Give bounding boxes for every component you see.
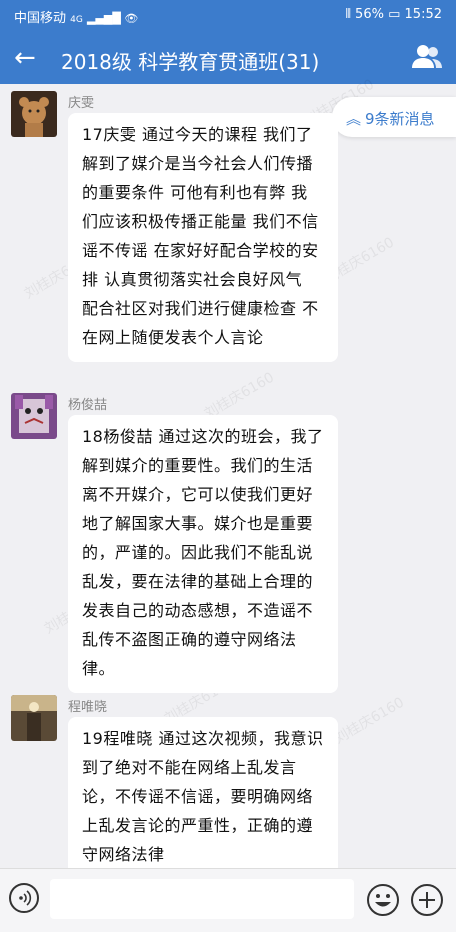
battery-icon: ▭	[388, 7, 401, 22]
smiley-icon[interactable]	[366, 883, 400, 917]
message-input[interactable]	[50, 879, 354, 919]
message-bubble[interactable]: 18杨俊喆 通过这次的班会，我了解到媒介的重要性。我们的生活离不开媒介，它可以使…	[68, 415, 338, 693]
status-bar: 中国移动 4G ▂▄▆█ 👁 ⫴ 56% ▭ 15:52	[0, 0, 456, 32]
chat-title: 2018级 科学教育贯通班(31)	[61, 50, 320, 74]
new-messages-pill[interactable]: ︽ 9条新消息	[332, 97, 456, 137]
watermark: 刘桂庆6160	[331, 694, 407, 748]
sender-name: 杨俊喆	[68, 398, 108, 413]
sender-name: 庆雯	[68, 96, 95, 111]
message-bubble[interactable]: 17庆雯 通过今天的课程 我们了解到了媒介是当今社会人们传播的重要条件 可他有利…	[68, 113, 338, 362]
avatar[interactable]	[11, 393, 57, 439]
avatar[interactable]	[11, 695, 57, 741]
sender-name: 程唯晓	[68, 700, 108, 715]
clock: 15:52	[404, 7, 442, 22]
group-icon[interactable]	[412, 44, 442, 70]
avatar[interactable]	[11, 91, 57, 137]
header: ← 2018级 科学教育贯通班(31)	[0, 32, 456, 84]
vibrate-icon: ⫴	[345, 7, 351, 22]
carrier-label: 中国移动	[14, 11, 67, 26]
message-bubble[interactable]: 19程唯晓 通过这次视频，我意识到了绝对不能在网络上乱发言论，不传谣不信谣，要明…	[68, 717, 338, 879]
double-chevron-up-icon: ︽	[346, 110, 362, 128]
new-messages-label: 9条新消息	[365, 110, 435, 128]
back-icon[interactable]: ←	[14, 43, 44, 73]
signal-icon: ▂▄▆█ 👁	[87, 12, 139, 25]
plus-icon[interactable]	[410, 883, 444, 917]
voice-icon[interactable]	[9, 883, 39, 913]
battery-percent: 56%	[355, 7, 384, 22]
composer-bar	[0, 868, 456, 932]
network-label: 4G	[70, 15, 83, 25]
